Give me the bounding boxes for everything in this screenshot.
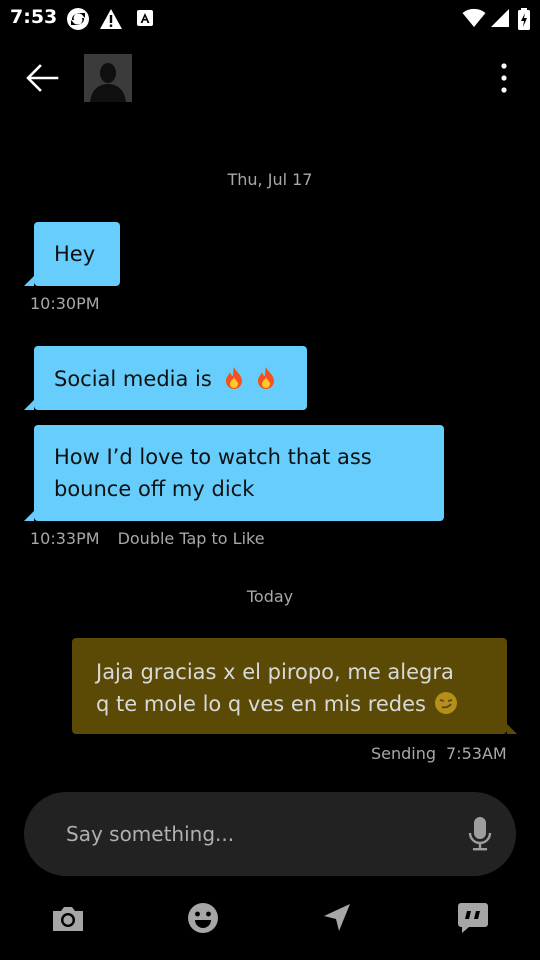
incoming-message[interactable]: How I’d love to watch that ass bounce of…: [24, 425, 444, 521]
camera-icon[interactable]: [50, 900, 86, 936]
message-timestamp: 10:30PM: [30, 294, 100, 313]
text-a-icon: [137, 10, 153, 26]
chat-header: [0, 36, 540, 120]
message-line: bounce off my dick: [54, 477, 255, 501]
date-separator: Thu, Jul 17: [227, 170, 313, 189]
fire-emoji-icon: [258, 367, 275, 389]
arrow-left-icon[interactable]: [24, 62, 60, 94]
message-line-with-emoji: q te mole lo q ves en mis redes: [96, 688, 483, 720]
microphone-icon[interactable]: [467, 816, 493, 852]
profile-placeholder-icon: [84, 54, 132, 102]
message-time: 7:53AM: [446, 744, 507, 763]
message-line: How I’d love to watch that ass: [54, 445, 372, 469]
message-time: 10:30PM: [30, 294, 100, 313]
battery-icon: [518, 8, 530, 30]
status-bar: 7:53: [0, 0, 540, 36]
message-status: Sending 7:53AM: [371, 744, 507, 763]
wifi-icon: [462, 8, 486, 27]
emoji-icon[interactable]: [185, 900, 221, 936]
status-time: 7:53: [10, 6, 58, 28]
saved-phrases-icon[interactable]: [455, 900, 491, 936]
message-text: Hey: [54, 242, 96, 266]
sync-icon: [67, 8, 89, 30]
incoming-message[interactable]: Hey: [24, 222, 120, 286]
message-line: Jaja gracias x el piropo, me alegra: [96, 660, 454, 684]
sending-status: Sending: [371, 744, 437, 763]
message-line: q te mole lo q ves en mis redes: [96, 692, 426, 716]
outgoing-message[interactable]: Jaja gracias x el piropo, me alegra q te…: [72, 638, 517, 734]
fire-emoji-icon: [225, 367, 242, 389]
message-text: Social media is: [54, 367, 212, 391]
message-composer: [24, 792, 516, 876]
avatar[interactable]: [84, 54, 132, 102]
more-vertical-icon[interactable]: [492, 60, 516, 96]
message-meta: 10:33PM Double Tap to Like: [30, 529, 265, 548]
message-time: 10:33PM: [30, 529, 100, 548]
smirk-emoji-icon: [435, 692, 457, 714]
location-icon[interactable]: [319, 900, 355, 936]
message-input[interactable]: [66, 792, 446, 876]
date-separator: Today: [246, 587, 294, 606]
signal-icon: [491, 9, 509, 27]
warning-icon: [100, 9, 122, 29]
chat-toolbar: [0, 890, 540, 946]
double-tap-hint: Double Tap to Like: [117, 529, 265, 548]
incoming-message[interactable]: Social media is: [24, 346, 307, 410]
